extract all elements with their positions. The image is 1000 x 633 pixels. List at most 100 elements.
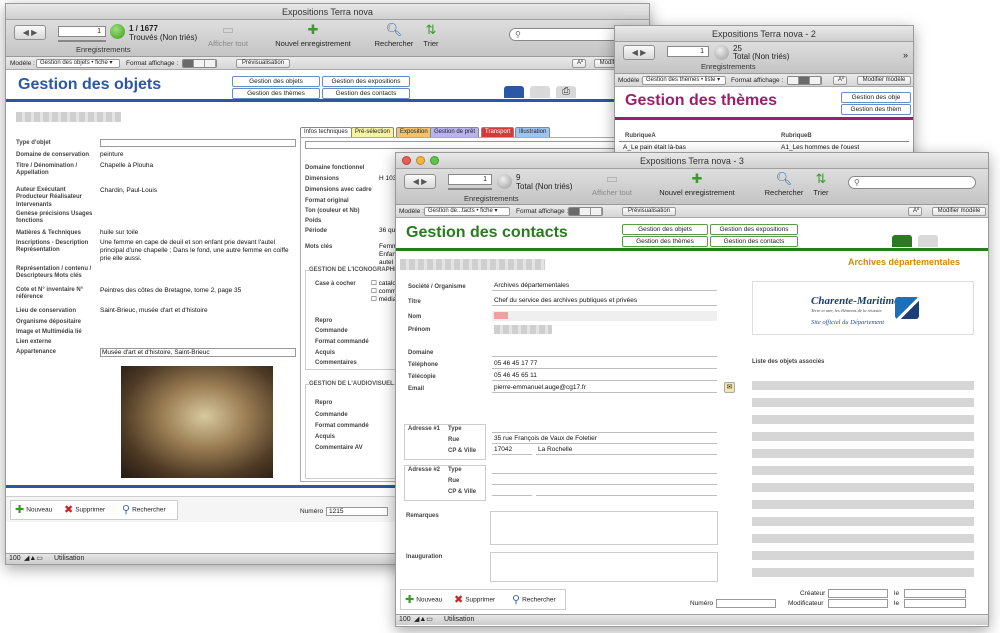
type-objet-field[interactable]	[100, 139, 296, 147]
tab-pre-selection[interactable]: Pré-sélection	[351, 127, 395, 137]
list-row[interactable]	[752, 568, 974, 577]
list-row[interactable]	[752, 381, 974, 390]
view-as-segment[interactable]	[182, 59, 217, 68]
form-view-icon[interactable]	[183, 60, 194, 67]
show-all-button[interactable]: ▭ Afficher tout	[584, 172, 640, 198]
list-tab-icon[interactable]	[918, 235, 938, 247]
list-row[interactable]	[752, 551, 974, 560]
nav-objets-button[interactable]: Gestion des objets	[232, 76, 320, 87]
list-row[interactable]	[752, 517, 974, 526]
view-as-segment[interactable]	[787, 76, 822, 85]
tab-illustration[interactable]: Illustration	[515, 127, 551, 137]
nav-expositions-button[interactable]: Gestion des expositions	[710, 224, 798, 235]
createur-date-field[interactable]	[904, 589, 966, 598]
model-select[interactable]: Gestion des thèmes • liste ▾	[642, 76, 726, 85]
nav-contacts-button[interactable]: Gestion des contacts	[710, 236, 798, 247]
search-button[interactable]: 🔍︎ Rechercher	[762, 172, 806, 198]
numero-field[interactable]: 1215	[326, 507, 388, 516]
artwork-image[interactable]	[121, 366, 273, 478]
text-format-button[interactable]: Aº	[908, 207, 922, 216]
row-b-value[interactable]: A1_Les hommes de l'ouest	[781, 144, 859, 152]
dimensions-field[interactable]: H 103	[379, 175, 396, 183]
record-nav-arrows[interactable]: ◀ ▶	[404, 174, 436, 189]
numero-field[interactable]	[716, 599, 776, 608]
preview-button[interactable]: Prévisualisation	[622, 207, 676, 216]
modificateur-field[interactable]	[828, 599, 888, 608]
periode-field[interactable]: 36 qu	[379, 227, 395, 235]
list-row[interactable]	[752, 466, 974, 475]
createur-field[interactable]	[828, 589, 888, 598]
new-button[interactable]: ✚ Nouveau	[15, 505, 52, 516]
rue1-field[interactable]: 35 rue François de Vaux de Foletier	[492, 434, 717, 444]
find-button[interactable]: ⚲ Rechercher	[122, 505, 166, 516]
nav-objets-button[interactable]: Gestion des objets	[622, 224, 708, 235]
quick-find-input[interactable]: ⚲	[509, 28, 619, 41]
window-titlebar[interactable]: Expositions Terra nova	[6, 4, 649, 20]
record-index-field[interactable]: 1	[667, 46, 709, 57]
zoom-level[interactable]: 100	[9, 554, 21, 564]
zoom-icons[interactable]: ◢▲▭	[24, 554, 43, 564]
list-view-icon[interactable]	[580, 208, 591, 215]
close-button[interactable]	[402, 156, 411, 165]
record-index-field[interactable]: 1	[58, 26, 106, 37]
view-as-segment[interactable]	[568, 207, 603, 216]
list-row[interactable]	[752, 398, 974, 407]
matieres-field[interactable]: huile sur toile	[100, 229, 138, 237]
form-view-icon[interactable]	[788, 77, 799, 84]
new-record-button[interactable]: ✚ Nouvel enregistrement	[652, 172, 742, 198]
tab-transport[interactable]: Transport	[481, 127, 515, 137]
new-record-button[interactable]: ✚ Nouvel enregistrement	[268, 23, 358, 49]
record-nav-arrows[interactable]: ◀ ▶	[14, 25, 46, 40]
list-tab-icon[interactable]	[530, 86, 550, 98]
find-button[interactable]: ⚲ Rechercher	[512, 595, 556, 606]
titre-field[interactable]: Chef du service des archives publiques e…	[492, 296, 717, 306]
row-a-value[interactable]: A_Le pain était là-bas	[623, 144, 686, 152]
send-mail-icon[interactable]: ✉	[724, 382, 735, 393]
nav-themes-button[interactable]: Gestion des thèm	[841, 104, 911, 115]
titre-field[interactable]: Chapelle à Plouha	[100, 162, 153, 170]
list-row[interactable]	[752, 415, 974, 424]
email-field[interactable]: pierre-emmanuel.auge@cg17.fr	[492, 383, 717, 393]
societe-field[interactable]: Archives départementales	[492, 281, 717, 291]
remarques-field[interactable]	[490, 511, 718, 545]
sort-button[interactable]: ⇅ Trier	[416, 23, 446, 49]
table-view-icon[interactable]	[591, 208, 602, 215]
form-view-icon[interactable]	[569, 208, 580, 215]
cp2-field[interactable]	[492, 486, 532, 496]
domaine-field[interactable]	[492, 347, 717, 357]
form-tab-icon[interactable]	[504, 86, 524, 98]
minimize-button[interactable]	[416, 156, 425, 165]
modify-model-button[interactable]: Modifier modèle	[857, 76, 911, 85]
list-row[interactable]	[752, 483, 974, 492]
rue2-field[interactable]	[492, 475, 717, 485]
modificateur-date-field[interactable]	[904, 599, 966, 608]
cp1-field[interactable]: 17042	[492, 445, 532, 455]
checkbox-comm[interactable]: ☐ comm	[371, 288, 396, 296]
sort-button[interactable]: ⇅ Trier	[806, 172, 836, 198]
record-slider[interactable]	[58, 40, 106, 42]
model-select[interactable]: Gestion de...tacts • fiche ▾	[424, 207, 510, 216]
list-row[interactable]	[752, 449, 974, 458]
ville1-field[interactable]: La Rochelle	[536, 445, 717, 455]
window-titlebar[interactable]: Expositions Terra nova - 3	[396, 153, 988, 169]
list-row[interactable]	[752, 534, 974, 543]
tab-exposition[interactable]: Exposition	[396, 127, 432, 137]
list-row[interactable]	[752, 500, 974, 509]
tech-top-field[interactable]	[305, 141, 640, 149]
show-all-button[interactable]: ▭ Afficher tout	[198, 23, 258, 49]
tab-infos-techniques[interactable]: Infos techniques	[300, 127, 352, 137]
telecopie-field[interactable]: 05 46 45 65 11	[492, 371, 717, 381]
table-view-icon[interactable]	[205, 60, 216, 67]
preview-button[interactable]: Prévisualisation	[236, 59, 290, 68]
search-button[interactable]: 🔍︎ Rechercher	[372, 23, 416, 49]
delete-button[interactable]: ✖ Supprimer	[454, 595, 495, 606]
modify-model-button[interactable]: Modifier modèle	[932, 207, 986, 216]
telephone-field[interactable]: 05 46 45 17 77	[492, 359, 717, 369]
tab-gestion-pret[interactable]: Gestion de prêt	[430, 127, 480, 137]
type1-field[interactable]	[492, 423, 717, 433]
text-format-button[interactable]: Aº	[572, 59, 586, 68]
nav-themes-button[interactable]: Gestion des thèmes	[232, 88, 320, 99]
inscriptions-field[interactable]: Une femme en cape de deuil et son enfant…	[100, 239, 296, 263]
nav-contacts-button[interactable]: Gestion des contacts	[322, 88, 410, 99]
new-button[interactable]: ✚ Nouveau	[405, 595, 442, 606]
